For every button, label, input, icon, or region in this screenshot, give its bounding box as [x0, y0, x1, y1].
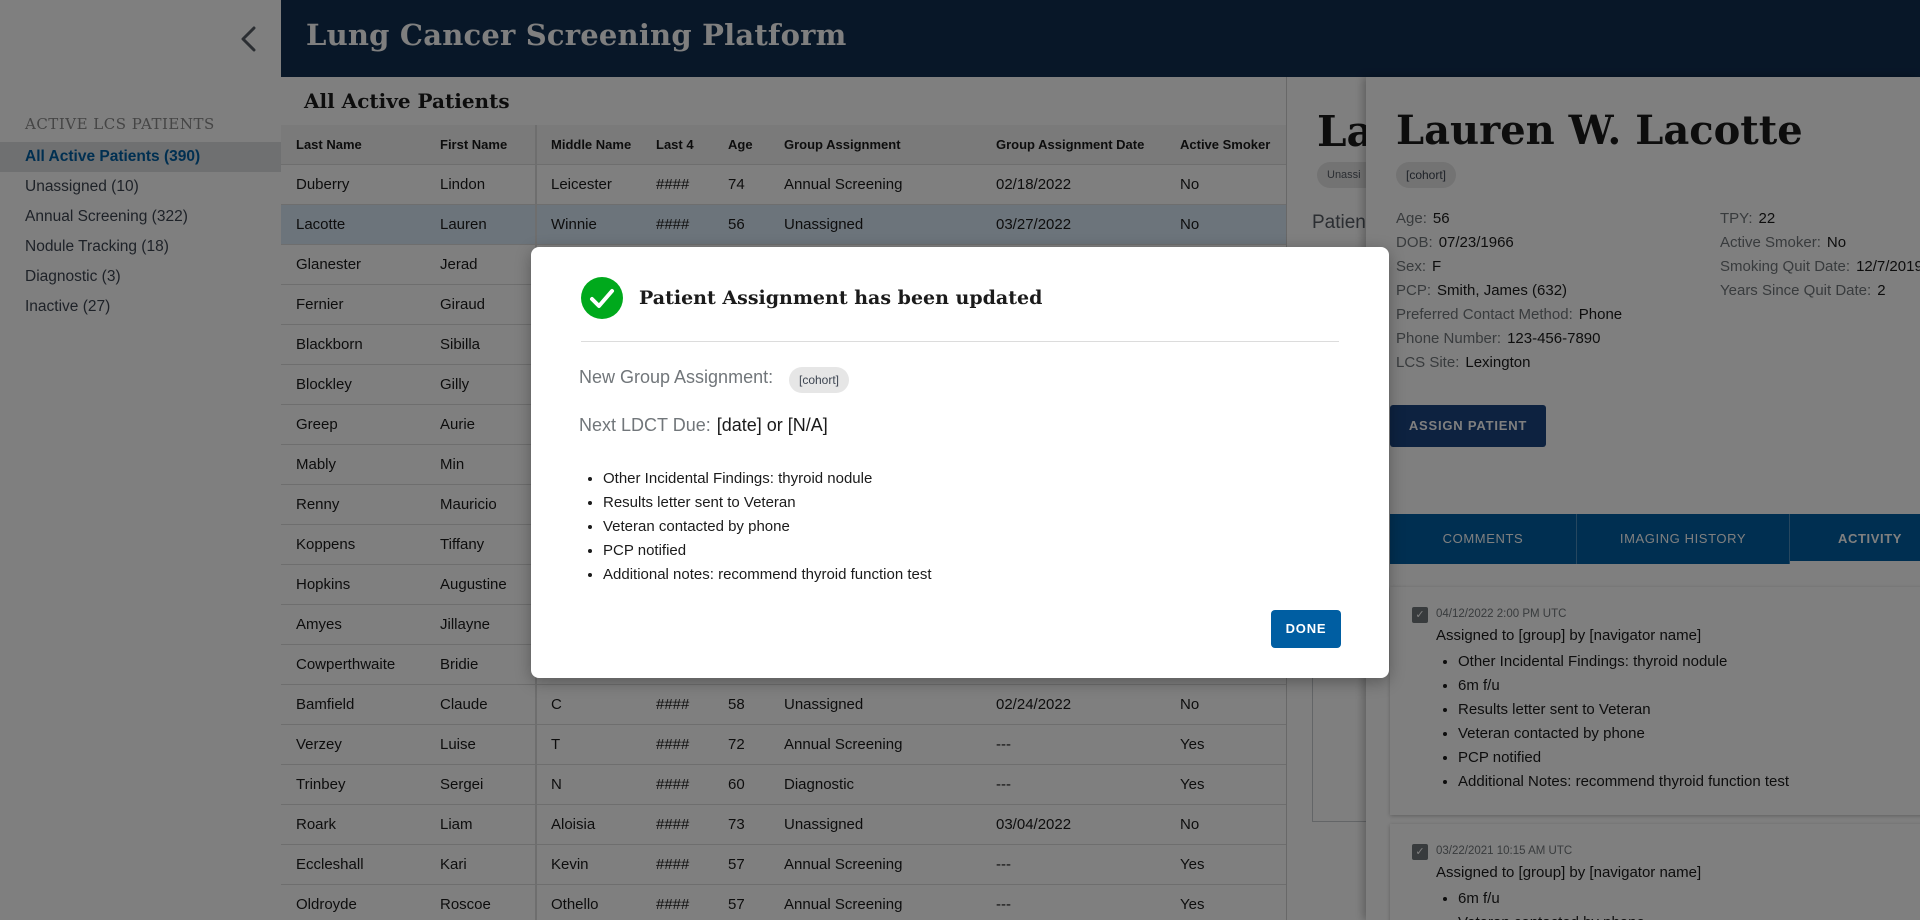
next-ldct-value: [date] or [N/A] [716, 415, 828, 435]
new-group-badge: [cohort] [789, 367, 850, 393]
list-item: Veteran contacted by phone [603, 515, 932, 539]
divider [581, 341, 1339, 342]
modal-title: Patient Assignment has been updated [639, 287, 1043, 309]
next-ldct-row: Next LDCT Due: [date] or [N/A] [579, 415, 828, 436]
assignment-updated-modal: Patient Assignment has been updated New … [531, 247, 1389, 678]
next-ldct-label: Next LDCT Due: [579, 415, 711, 435]
list-item: Other Incidental Findings: thyroid nodul… [603, 467, 932, 491]
done-button[interactable]: DONE [1271, 610, 1341, 648]
list-item: Additional notes: recommend thyroid func… [603, 563, 932, 587]
new-group-label: New Group Assignment: [579, 367, 774, 387]
modal-findings-list: Other Incidental Findings: thyroid nodul… [603, 467, 932, 587]
list-item: Results letter sent to Veteran [603, 491, 932, 515]
list-item: PCP notified [603, 539, 932, 563]
check-circle-icon [581, 277, 623, 319]
